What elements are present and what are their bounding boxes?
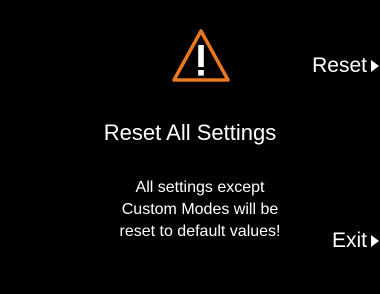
exit-softkey[interactable]: Exit — [332, 228, 380, 254]
warning-triangle-icon — [170, 27, 232, 85]
right-arrow-icon — [371, 235, 379, 247]
message-line: All settings except — [135, 179, 265, 196]
exit-softkey-label: Exit — [331, 229, 367, 252]
dialog-title: Reset All Settings — [103, 120, 277, 145]
reset-settings-dialog: Reset All Settings All settings except C… — [0, 0, 380, 294]
reset-softkey[interactable]: Reset — [312, 53, 380, 79]
right-arrow-icon — [371, 60, 379, 72]
message-line: reset to default values! — [119, 223, 281, 240]
dialog-message: All settings except Custom Modes will be… — [70, 177, 330, 243]
reset-softkey-label: Reset — [312, 54, 367, 77]
message-line: Custom Modes will be — [121, 201, 279, 218]
